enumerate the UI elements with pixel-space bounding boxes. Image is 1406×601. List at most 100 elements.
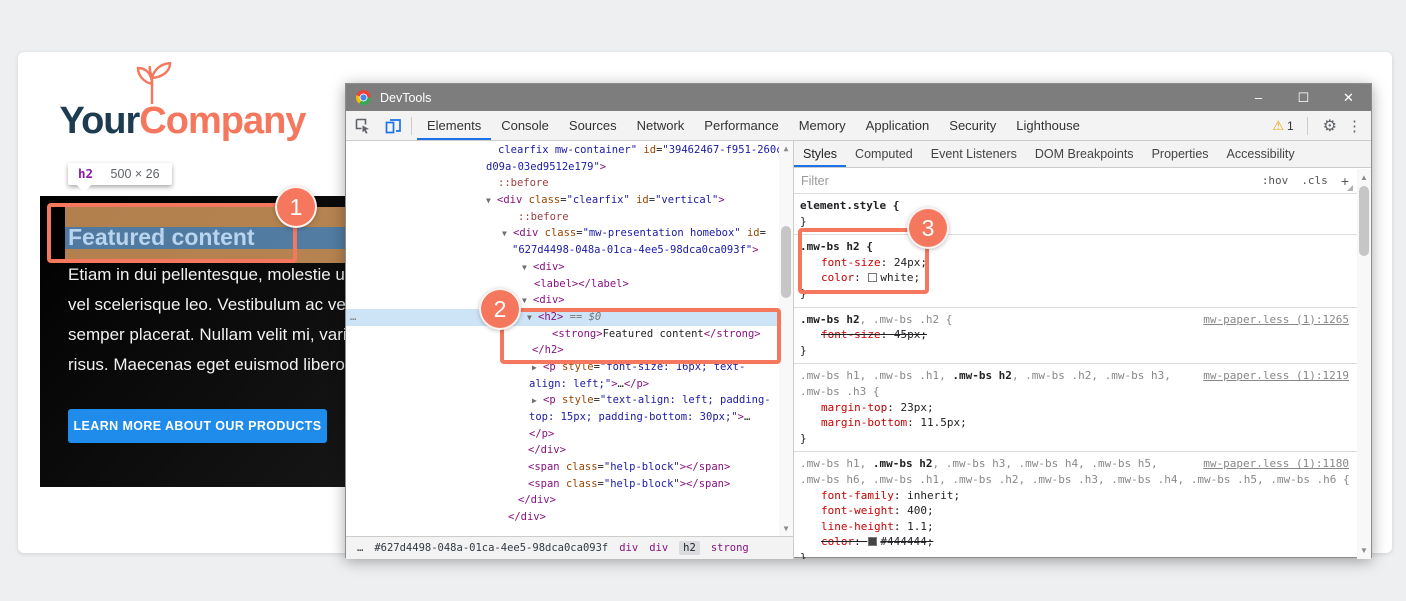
warning-count[interactable]: 1 <box>1287 119 1294 133</box>
close-button[interactable]: ✕ <box>1326 84 1371 111</box>
rule-selector[interactable]: element.style { <box>800 198 1353 214</box>
code-token: class <box>545 227 577 239</box>
css-property[interactable]: line-height: 1.1; <box>800 519 1353 535</box>
tab-sources[interactable]: Sources <box>559 111 627 140</box>
elements-node[interactable]: ▼<div> <box>346 292 779 309</box>
expand-arrow-icon: ▼ <box>486 193 497 210</box>
scrollbar-thumb[interactable] <box>781 226 791 298</box>
elements-node[interactable]: </div> <box>346 492 779 509</box>
rule-selector[interactable]: .mw-bs h6, .mw-bs .h1, .mw-bs .h2, .mw-b… <box>800 472 1353 488</box>
styles-scrollbar[interactable]: ▲ ▼ <box>1357 169 1371 559</box>
elements-node[interactable]: ▼<div class="mw-presentation homebox" id… <box>346 225 779 242</box>
tab-elements[interactable]: Elements <box>417 111 491 140</box>
closing-brace: } <box>800 343 1353 359</box>
toggle-hover-state-button[interactable]: :hov <box>1262 174 1289 187</box>
settings-gear-icon[interactable]: ⚙ <box>1323 116 1337 136</box>
scroll-up-icon[interactable]: ▲ <box>1357 171 1371 184</box>
elements-scrollbar[interactable]: ▲ ▼ <box>779 141 793 559</box>
breadcrumb-item[interactable]: … <box>357 542 363 554</box>
tab-security[interactable]: Security <box>939 111 1006 140</box>
elements-node[interactable]: d09a-03ed9512e179"> <box>346 159 779 176</box>
elements-node[interactable]: ▶<p style="text-align: left; padding- <box>346 392 779 409</box>
code-token: class <box>566 478 598 490</box>
elements-node[interactable]: top: 15px; padding-bottom: 30px;">… <box>346 409 779 426</box>
devtools-titlebar[interactable]: DevTools – ☐ ✕ <box>346 84 1371 111</box>
elements-node[interactable]: ▼<div> <box>346 259 779 276</box>
code-token: class <box>529 194 561 206</box>
tab-console[interactable]: Console <box>491 111 559 140</box>
sidebar-tab-styles[interactable]: Styles <box>794 141 846 167</box>
elements-node[interactable]: "627d4498-048a-01ca-4ee5-98dca0ca093f"> <box>346 242 779 259</box>
breadcrumb-item[interactable]: div <box>649 542 668 554</box>
elements-node[interactable]: <span class="help-block"></span> <box>346 476 779 493</box>
elements-node[interactable]: ::before <box>346 209 779 226</box>
code-token: </div> <box>518 494 556 506</box>
sidebar-tab-dom-breakpoints[interactable]: DOM Breakpoints <box>1026 141 1143 167</box>
scroll-down-icon[interactable]: ▼ <box>779 522 793 535</box>
sidebar-tab-properties[interactable]: Properties <box>1143 141 1218 167</box>
more-options-icon[interactable]: ⋮ <box>1347 117 1363 135</box>
scroll-down-icon[interactable]: ▼ <box>1357 544 1371 557</box>
device-toolbar-icon[interactable] <box>380 115 406 137</box>
scrollbar-thumb[interactable] <box>1359 186 1369 256</box>
sidebar-tab-computed[interactable]: Computed <box>846 141 922 167</box>
sidebar-tabbar: StylesComputedEvent ListenersDOM Breakpo… <box>794 141 1371 168</box>
css-property[interactable]: font-size: 45px; <box>800 327 1353 343</box>
sidebar-tab-event-listeners[interactable]: Event Listeners <box>922 141 1026 167</box>
style-rule[interactable]: mw-paper.less (1):1219.mw-bs h1, .mw-bs … <box>794 364 1357 452</box>
code-token: style <box>562 394 594 406</box>
warning-icon[interactable]: ⚠ <box>1272 118 1284 134</box>
tab-performance[interactable]: Performance <box>694 111 788 140</box>
rule-selector[interactable]: .mw-bs .h3 { <box>800 384 1353 400</box>
elements-node[interactable]: align: left;">…</p> <box>346 376 779 393</box>
tab-memory[interactable]: Memory <box>789 111 856 140</box>
elements-node[interactable]: <label></label> <box>346 276 779 293</box>
breadcrumb-item[interactable]: div <box>619 542 638 554</box>
property-name: line-height <box>821 520 894 533</box>
code-token: > <box>718 194 724 206</box>
css-property[interactable]: margin-top: 23px; <box>800 400 1353 416</box>
code-token: "627d4498-048a-01ca-4ee5-98dca0ca093f" <box>512 244 752 256</box>
node-overflow-dots[interactable]: … <box>350 309 357 326</box>
elements-node[interactable]: </div> <box>346 509 779 526</box>
breadcrumb-item[interactable]: strong <box>711 542 749 554</box>
inspect-element-icon[interactable] <box>350 115 376 137</box>
css-property[interactable]: color: #444444; <box>800 534 1353 550</box>
elements-node[interactable]: </p> <box>346 426 779 443</box>
breadcrumb-item[interactable]: #627d4498-048a-01ca-4ee5-98dca0ca093f <box>374 542 608 554</box>
style-rule[interactable]: mw-paper.less (1):1265.mw-bs h2, .mw-bs … <box>794 308 1357 365</box>
stylesheet-link[interactable]: mw-paper.less (1):1219 <box>1203 368 1349 384</box>
property-name: margin-bottom <box>821 416 907 429</box>
maximize-button[interactable]: ☐ <box>1281 84 1326 111</box>
color-swatch[interactable] <box>868 537 877 546</box>
tab-lighthouse[interactable]: Lighthouse <box>1006 111 1090 140</box>
tooltip-dimensions: 500 × 26 <box>111 167 160 181</box>
breadcrumb-item[interactable]: h2 <box>679 541 700 555</box>
learn-more-button[interactable]: LEARN MORE ABOUT OUR PRODUCTS <box>68 409 327 443</box>
selector-token: .mw-bs h2 <box>952 369 1012 382</box>
elements-node[interactable]: ▼<div class="clearfix" id="vertical"> <box>346 192 779 209</box>
selector-token: , .mw-bs .h2, .mw-bs h3, <box>1012 369 1171 382</box>
stylesheet-link[interactable]: mw-paper.less (1):1265 <box>1203 312 1349 328</box>
code-token: "vertical" <box>655 194 718 206</box>
style-rule[interactable]: mw-paper.less (1):1180.mw-bs h1, .mw-bs … <box>794 452 1357 559</box>
elements-node[interactable]: <span class="help-block"></span> <box>346 459 779 476</box>
elements-node[interactable]: ::before <box>346 175 779 192</box>
property-name: margin-top <box>821 401 887 414</box>
code-token: = <box>760 227 766 239</box>
scroll-up-icon[interactable]: ▲ <box>779 142 793 155</box>
property-name: font-family <box>821 489 894 502</box>
elements-node[interactable]: clearfix mw-container" id="39462467-f951… <box>346 142 779 159</box>
tab-application[interactable]: Application <box>856 111 940 140</box>
toggle-class-button[interactable]: .cls <box>1301 174 1328 187</box>
tab-network[interactable]: Network <box>627 111 695 140</box>
css-property[interactable]: font-weight: 400; <box>800 503 1353 519</box>
stylesheet-link[interactable]: mw-paper.less (1):1180 <box>1203 456 1349 472</box>
css-property[interactable]: font-family: inherit; <box>800 488 1353 504</box>
code-token: clearfix mw-container" <box>498 144 637 156</box>
css-property[interactable]: margin-bottom: 11.5px; <box>800 415 1353 431</box>
styles-filter-input[interactable] <box>794 174 1262 188</box>
sidebar-tab-accessibility[interactable]: Accessibility <box>1218 141 1304 167</box>
minimize-button[interactable]: – <box>1236 84 1281 111</box>
elements-node[interactable]: </div> <box>346 442 779 459</box>
